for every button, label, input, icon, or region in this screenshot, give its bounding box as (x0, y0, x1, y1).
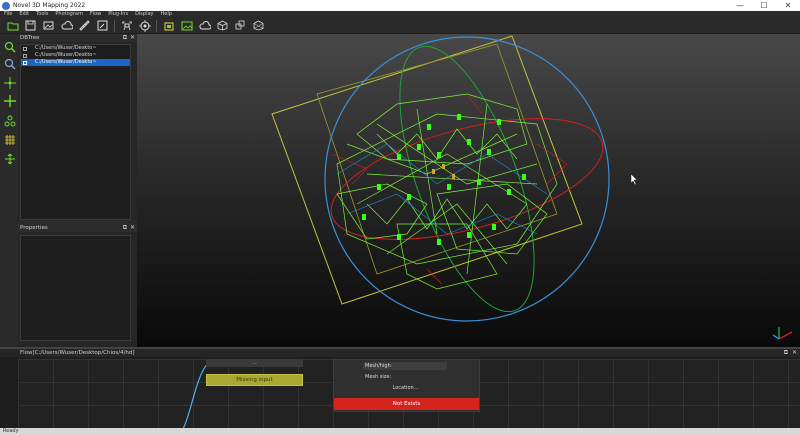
grid-icon[interactable] (3, 133, 16, 146)
close-panel-icon[interactable]: ✕ (130, 34, 135, 42)
tree-item[interactable]: C:/Users/Wuser/Deskto~ (21, 45, 130, 52)
close-panel-icon[interactable]: ✕ (130, 224, 135, 232)
pick-point-icon[interactable] (3, 94, 16, 107)
nodes-icon[interactable] (3, 114, 16, 127)
tree-item[interactable]: C:/Users/Wuser/Deskto~ (21, 52, 130, 59)
dbtree-title: DBTree (20, 35, 40, 41)
checkbox[interactable] (23, 46, 27, 51)
flow-panel: Flow[C:/Users/Wuser/Desktop/Chios/4/hd] … (0, 347, 800, 430)
flow-canvas[interactable]: ... Missing input Mesh/high Mesh size: L… (18, 359, 800, 430)
window-title: Novel 3D Mapping 2022 (13, 2, 86, 9)
checkbox[interactable] (23, 60, 27, 65)
missing-input-node[interactable]: Missing input (206, 374, 303, 386)
close-panel-icon[interactable]: ✕ (792, 349, 797, 357)
crosshair-icon[interactable] (3, 76, 16, 89)
dbtree-list[interactable]: C:/Users/Wuser/Deskto~ C:/Users/Wuser/De… (20, 44, 131, 220)
zoom-icon[interactable] (3, 40, 16, 53)
tree-item-label: C:/Users/Wuser/Deskto~ (35, 52, 97, 58)
mesh-size-label: Mesh size: (365, 374, 392, 380)
image-icon[interactable] (42, 19, 55, 32)
menu-edit[interactable]: Edit (19, 11, 29, 18)
menu-help[interactable]: Help (161, 11, 172, 18)
title-bar: Novel 3D Mapping 2022 — ☐ ✕ (0, 0, 800, 11)
app-window: Novel 3D Mapping 2022 — ☐ ✕ File Edit To… (0, 0, 800, 435)
properties-panel: Properties ⧉ ✕ (18, 224, 137, 347)
axis-gizmo (772, 327, 793, 340)
red-ellipse (330, 118, 604, 240)
flow-title: Flow[C:/Users/Wuser/Desktop/Chios/4/hd] (20, 350, 135, 356)
cube-stack-icon[interactable] (234, 19, 247, 32)
mouse-cursor (630, 173, 638, 186)
green-ellipse (399, 45, 535, 313)
flow-header: Flow[C:/Users/Wuser/Desktop/Chios/4/hd] … (0, 349, 800, 357)
app-logo-icon (2, 1, 10, 10)
menu-flow[interactable]: Flow (90, 11, 101, 18)
cube-icon[interactable] (216, 19, 229, 32)
photo-icon[interactable] (180, 19, 193, 32)
properties-header: Properties ⧉ ✕ (18, 224, 137, 232)
mesh-field[interactable]: Mesh/high (363, 362, 447, 370)
float-panel-icon[interactable]: ⧉ (784, 349, 788, 357)
menu-plugins[interactable]: Plug-Ins (108, 11, 128, 18)
ruler-icon[interactable] (78, 19, 91, 32)
edit-icon[interactable] (96, 19, 109, 32)
3d-viewport[interactable] (137, 34, 800, 347)
dbtree-panel: DBTree ⧉ ✕ C:/Users/Wuser/Deskto~ C:/Use… (18, 34, 137, 220)
minimize-button[interactable]: — (728, 0, 752, 11)
status-text: Ready (3, 428, 19, 434)
toolbar-separator (156, 19, 157, 32)
tree-item-selected[interactable]: C:/Users/Wuser/Deskto~ (21, 59, 130, 66)
tree-item-label: C:/Users/Wuser/Deskto~ (35, 45, 97, 51)
float-panel-icon[interactable]: ⧉ (123, 224, 127, 232)
menu-photogram[interactable]: Photogram (55, 11, 82, 18)
menu-tools[interactable]: Tools (36, 11, 48, 18)
properties-body (20, 235, 131, 341)
cloud-outline-icon[interactable] (198, 19, 211, 32)
status-bar: Ready (0, 428, 800, 435)
orange-markers (432, 164, 455, 179)
location-button[interactable]: Location... (373, 384, 438, 392)
robot-icon[interactable] (162, 19, 175, 32)
zoom-fit-icon[interactable] (3, 57, 16, 70)
close-button[interactable]: ✕ (776, 0, 800, 11)
maximize-button[interactable]: ☐ (752, 0, 776, 11)
properties-title: Properties (20, 225, 48, 231)
move-icon[interactable] (3, 152, 16, 165)
mesh-cube-icon[interactable] (252, 19, 265, 32)
cloud-icon[interactable] (60, 19, 73, 32)
target-icon[interactable] (138, 19, 151, 32)
checkbox[interactable] (23, 53, 27, 58)
menu-display[interactable]: Display (135, 11, 153, 18)
drone-icon[interactable] (120, 19, 133, 32)
toolbar-separator (114, 19, 115, 32)
save-icon[interactable] (24, 19, 37, 32)
3d-scene (271, 35, 793, 340)
tree-item-label: C:/Users/Wuser/Deskto~ (35, 59, 97, 65)
left-tool-bar (0, 34, 18, 347)
float-panel-icon[interactable]: ⧉ (123, 34, 127, 42)
node-header[interactable]: ... (206, 359, 303, 367)
menu-file[interactable]: File (4, 11, 12, 18)
open-folder-icon[interactable] (6, 19, 19, 32)
menu-bar: File Edit Tools Photogram Flow Plug-Ins … (0, 11, 800, 18)
not-exists-status: Not Exists (334, 398, 479, 410)
main-toolbar (0, 18, 800, 34)
dbtree-header: DBTree ⧉ ✕ (18, 34, 137, 42)
